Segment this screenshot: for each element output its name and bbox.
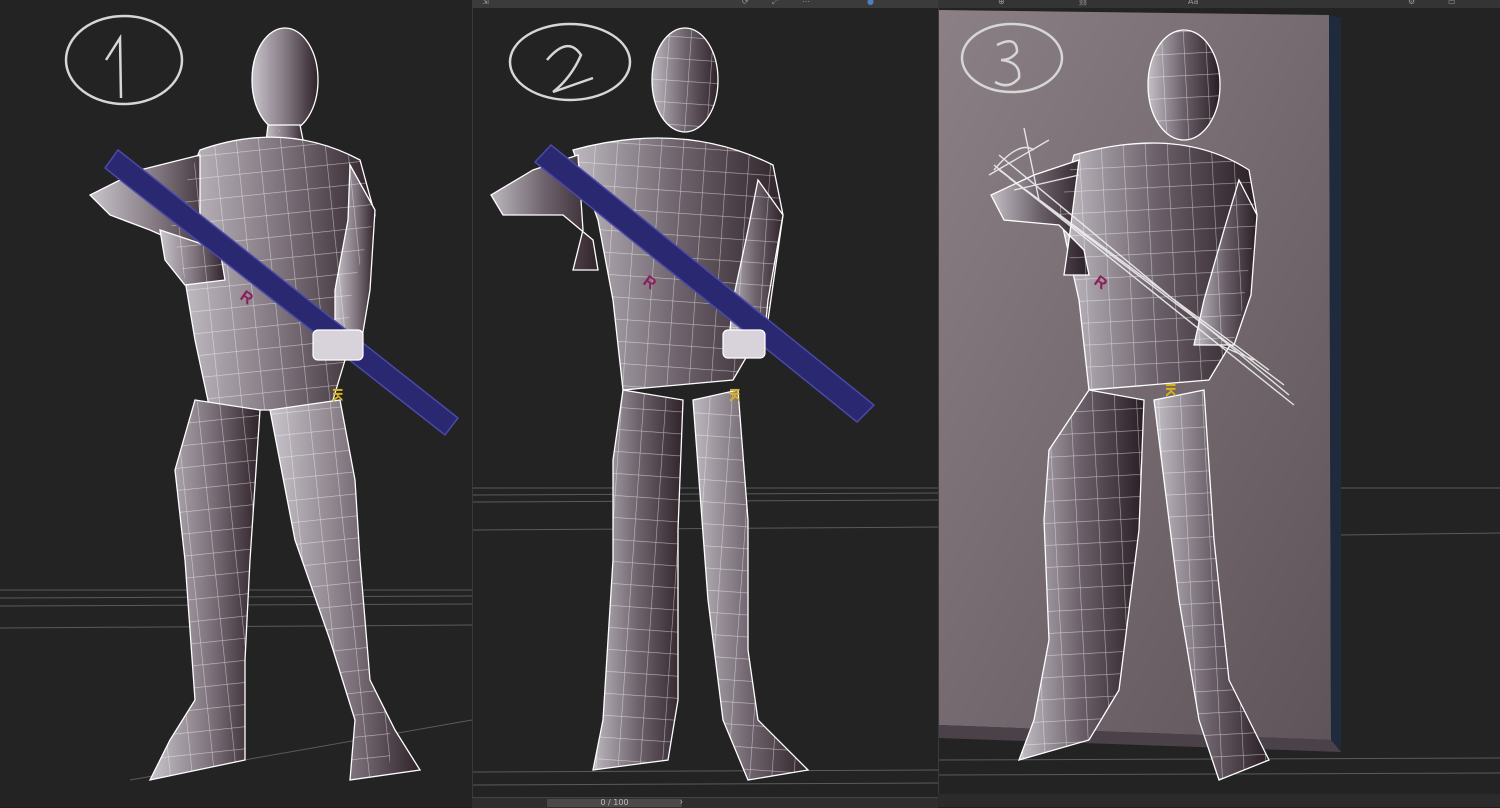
select-icon[interactable]: ⊕ [998, 0, 1005, 6]
toolbar-strip-right[interactable]: ⊕ ⛓ Aa ⚙ ▭ [938, 0, 1500, 8]
timeline-slider[interactable]: 0 / 100 [547, 798, 682, 807]
render-icon[interactable]: ● [867, 0, 874, 6]
move-icon[interactable]: ⇲ [482, 0, 489, 6]
window-icon[interactable]: ▭ [1448, 0, 1456, 6]
text-icon[interactable]: Aa [1188, 0, 1198, 6]
toolbar-strip[interactable]: ⇲ ⟳ ⤢ ⋯ ● [472, 0, 938, 8]
character-mesh-1 [88, 27, 422, 781]
annotation-circle-2 [508, 22, 632, 102]
viewport-3[interactable]: R IK [938, 0, 1500, 807]
status-strip [938, 794, 1500, 807]
viewport-2[interactable]: R IK [472, 0, 939, 807]
ik-marker-2: IK [727, 388, 743, 402]
snap-icon[interactable]: ⋯ [802, 0, 810, 6]
timeline-next-icon[interactable]: › [680, 797, 683, 806]
rotate-icon[interactable]: ⟳ [742, 0, 749, 6]
viewport-1[interactable]: R IK [0, 0, 472, 807]
annotation-circle-1 [64, 14, 184, 106]
ik-marker-3: IK [1163, 383, 1179, 397]
viewport-2-canvas: R IK [473, 22, 939, 786]
timeline-bar[interactable]: ‹ 0 / 100 › [472, 797, 938, 808]
viewport-1-canvas: R IK [0, 14, 472, 781]
viewport-3-canvas: R IK [939, 10, 1500, 781]
scale-icon[interactable]: ⤢ [772, 0, 778, 7]
frame-label: 0 / 100 [600, 798, 629, 807]
ik-marker-1: IK [330, 388, 346, 402]
character-mesh-2 [490, 27, 810, 781]
link-icon[interactable]: ⛓ [1078, 0, 1088, 6]
settings-icon[interactable]: ⚙ [1408, 0, 1415, 6]
